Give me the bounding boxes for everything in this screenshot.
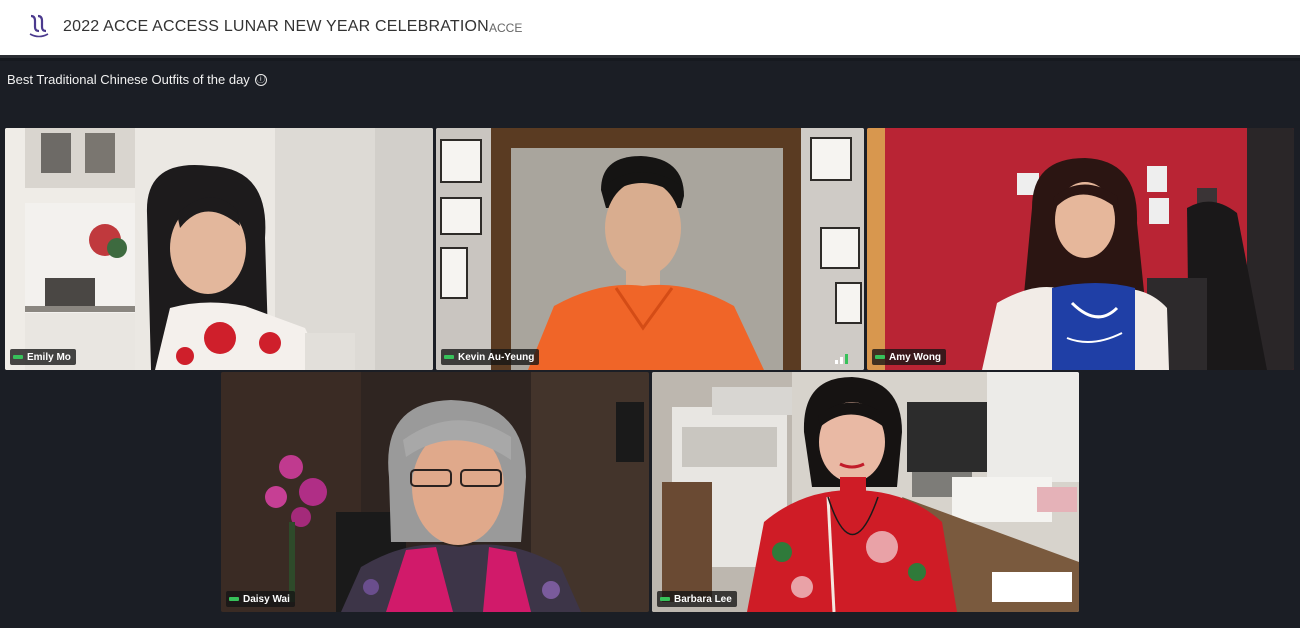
mic-active-icon: [229, 597, 239, 601]
title-bar: 2022 ACCE ACCESS LUNAR NEW YEAR CELEBRAT…: [0, 0, 1300, 58]
acce-logo-icon[interactable]: [26, 12, 52, 42]
mic-active-icon: [660, 597, 670, 601]
video-feed: [436, 128, 864, 370]
org-label[interactable]: ACCE: [489, 21, 522, 35]
mic-active-icon: [13, 355, 23, 359]
video-tile-barbara-lee[interactable]: Barbara Lee: [652, 372, 1079, 612]
video-feed: [867, 128, 1294, 370]
video-feed: [221, 372, 649, 612]
info-icon[interactable]: ⓘ: [254, 73, 267, 86]
participant-name: Emily Mo: [27, 351, 71, 363]
participant-name: Daisy Wai: [243, 593, 290, 605]
section-title: Best Traditional Chinese Outfits of the …: [7, 72, 250, 87]
event-title: 2022 ACCE ACCESS LUNAR NEW YEAR CELEBRAT…: [63, 18, 489, 35]
participant-name-tag: Emily Mo: [10, 349, 76, 365]
participant-name-tag: Kevin Au-Yeung: [441, 349, 540, 365]
participant-name-tag: Barbara Lee: [657, 591, 737, 607]
video-tile-daisy-wai[interactable]: Daisy Wai: [221, 372, 649, 612]
video-feed: [5, 128, 433, 370]
participant-name: Kevin Au-Yeung: [458, 351, 535, 363]
signal-strength-icon: [835, 354, 848, 364]
video-feed: [652, 372, 1079, 612]
mic-active-icon: [875, 355, 885, 359]
mic-active-icon: [444, 355, 454, 359]
video-tile-amy-wong[interactable]: Amy Wong: [867, 128, 1294, 370]
participant-name: Barbara Lee: [674, 593, 732, 605]
section-header: Best Traditional Chinese Outfits of the …: [7, 72, 267, 87]
video-stage: Best Traditional Chinese Outfits of the …: [0, 61, 1300, 628]
video-tile-emily-mo[interactable]: Emily Mo: [5, 128, 433, 370]
video-tile-kevin-au-yeung[interactable]: Kevin Au-Yeung: [436, 128, 864, 370]
participant-name-tag: Daisy Wai: [226, 591, 295, 607]
participant-name-tag: Amy Wong: [872, 349, 947, 365]
participant-name: Amy Wong: [889, 351, 942, 363]
